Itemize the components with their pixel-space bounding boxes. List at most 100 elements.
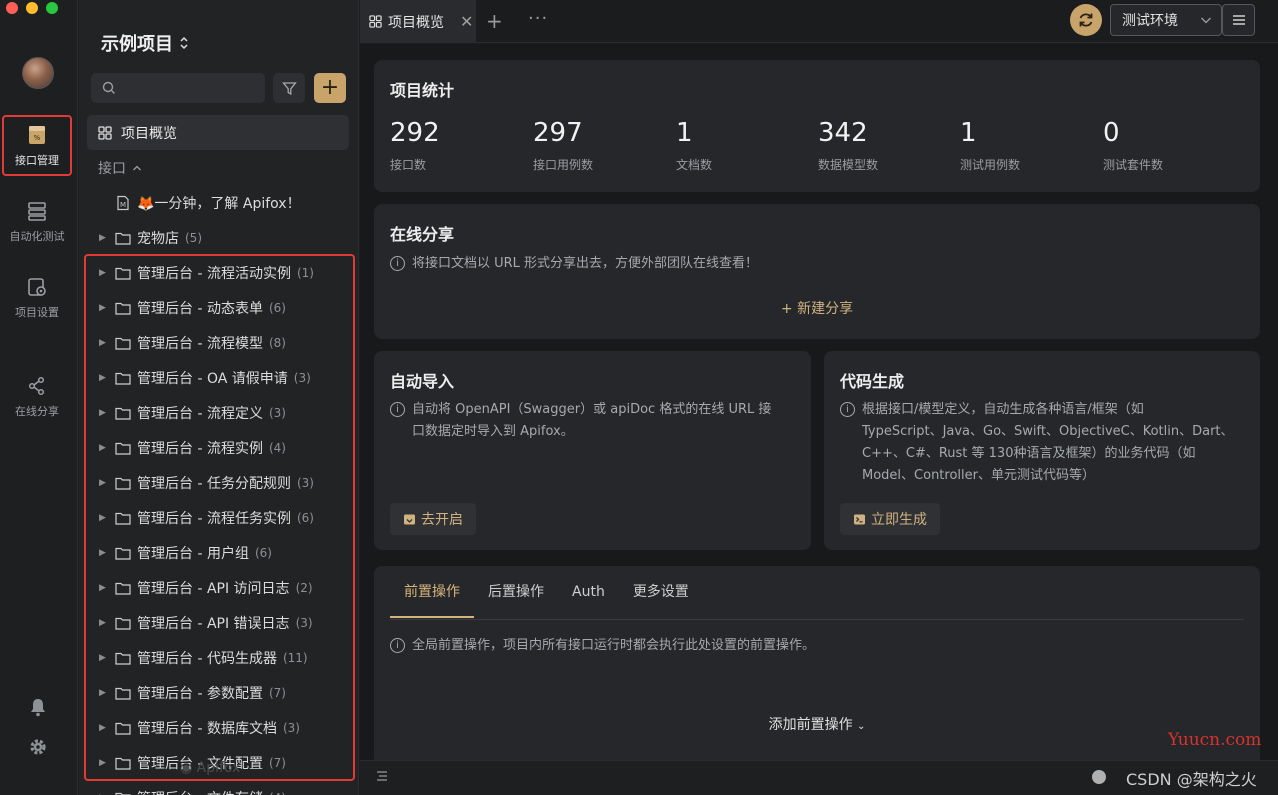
sidebar-folder[interactable]: ▶ 管理后台 - OA 请假申请 (3) xyxy=(79,360,358,395)
outline-icon[interactable] xyxy=(376,770,388,782)
folder-icon xyxy=(115,652,131,665)
filter-button[interactable] xyxy=(273,73,305,103)
rail-item-automated-test[interactable]: 自动化测试 xyxy=(4,193,70,251)
tab-project-overview[interactable]: 项目概览 ✕ xyxy=(360,0,476,43)
auto-import-desc-line: 口数据定时导入到 Apifox。 xyxy=(412,424,574,439)
caret-right-icon[interactable]: ▶ xyxy=(99,513,107,523)
codegen-desc-line: 根据接口/模型定义，自动生成各种语言/框架（如 xyxy=(862,402,1144,417)
caret-right-icon[interactable]: ▶ xyxy=(99,303,107,313)
caret-right-icon[interactable]: ▶ xyxy=(99,408,107,418)
generate-code-button[interactable]: 立即生成 xyxy=(840,503,940,535)
share-desc-text: 将接口文档以 URL 形式分享出去，方便外部团队在线查看！ xyxy=(412,256,759,271)
caret-right-icon[interactable]: ▶ xyxy=(99,583,107,593)
caret-right-icon[interactable]: ▶ xyxy=(99,443,107,453)
new-tab-button[interactable]: + xyxy=(486,9,503,33)
bell-icon[interactable] xyxy=(28,697,48,717)
sidebar-folder[interactable]: ▶ 管理后台 - 流程模型 (8) xyxy=(79,325,358,360)
more-tabs-button[interactable]: ··· xyxy=(528,8,548,29)
minimize-window-icon[interactable] xyxy=(26,2,38,14)
sidebar-folder[interactable]: ▶ 管理后台 - 任务分配规则 (3) xyxy=(79,465,358,500)
caret-right-icon[interactable]: ▶ xyxy=(99,688,107,698)
caret-right-icon[interactable]: ▶ xyxy=(99,653,107,663)
svg-text:M: M xyxy=(120,201,126,209)
codegen-desc: i 根据接口/模型定义，自动生成各种语言/框架（如 TypeScript、Jav… xyxy=(840,399,1234,487)
grid-icon xyxy=(98,125,112,140)
environment-menu-button[interactable] xyxy=(1222,4,1255,36)
caret-right-icon[interactable]: ▶ xyxy=(99,723,107,733)
sidebar-folder[interactable]: ▶管理后台 - 文件存储(4) xyxy=(79,780,358,795)
auto-import-desc: i 自动将 OpenAPI（Swagger）或 apiDoc 格式的在线 URL… xyxy=(390,399,771,443)
codegen-card: 代码生成 i 根据接口/模型定义，自动生成各种语言/框架（如 TypeScrip… xyxy=(824,351,1260,550)
rail-item-share[interactable]: 在线分享 xyxy=(4,368,70,426)
caret-right-icon[interactable]: ▶ xyxy=(99,758,107,768)
doc-item[interactable]: M 🦊一分钟，了解 Apifox！ xyxy=(115,185,358,220)
folder-label: 管理后台 - 流程活动实例 xyxy=(137,265,291,282)
sync-button[interactable] xyxy=(1070,4,1102,36)
tab-bar: 项目概览 ✕ + ··· 测试环境 xyxy=(360,0,1278,43)
folder-count: (6) xyxy=(296,510,314,525)
avatar[interactable] xyxy=(22,57,54,89)
folder-label: 管理后台 - OA 请假申请 xyxy=(137,370,288,387)
enable-import-button[interactable]: 去开启 xyxy=(390,503,476,535)
close-tab-icon[interactable]: ✕ xyxy=(460,12,473,31)
new-share-button[interactable]: + 新建分享 xyxy=(374,298,1260,318)
maximize-window-icon[interactable] xyxy=(46,2,58,14)
project-switcher[interactable]: 示例项目 xyxy=(101,30,189,56)
folder-icon xyxy=(115,582,131,595)
caret-right-icon[interactable]: ▶ xyxy=(99,268,107,278)
sidebar-folder[interactable]: ▶ 管理后台 - 代码生成器 (11) xyxy=(79,640,358,675)
stat-label: 接口用例数 xyxy=(533,158,594,172)
caret-right-icon[interactable]: ▶ xyxy=(99,478,107,488)
tab-post-processors[interactable]: 后置操作 xyxy=(474,584,558,618)
stat-model-count: 342 数据模型数 xyxy=(818,118,878,173)
caret-right-icon[interactable]: ▶ xyxy=(99,373,107,383)
sidebar-folder[interactable]: ▶ 管理后台 - API 访问日志 (2) xyxy=(79,570,358,605)
sidebar-folder[interactable]: ▶ 管理后台 - 用户组 (6) xyxy=(79,535,358,570)
environment-select[interactable]: 测试环境 xyxy=(1110,4,1222,36)
chevron-down-icon: ⌄ xyxy=(857,721,866,732)
folder-label: 管理后台 - 数据库文档 xyxy=(137,720,277,737)
sidebar-folder[interactable]: ▶ 宠物店 (5) xyxy=(79,220,358,255)
info-icon: i xyxy=(390,402,405,417)
stat-label: 测试套件数 xyxy=(1103,158,1164,172)
sidebar-item-overview[interactable]: 项目概览 xyxy=(87,115,349,150)
tab-pre-processors[interactable]: 前置操作 xyxy=(390,584,474,618)
rail-item-project-settings[interactable]: 项目设置 xyxy=(4,269,70,327)
folder-icon xyxy=(115,617,131,630)
folder-count: (6) xyxy=(254,545,272,560)
gear-icon[interactable] xyxy=(28,737,48,757)
folder-icon xyxy=(115,267,131,280)
tab-auth[interactable]: Auth xyxy=(558,584,619,618)
sidebar-folder[interactable]: ▶ 管理后台 - API 错误日志 (3) xyxy=(79,605,358,640)
auto-import-desc-line: 自动将 OpenAPI（Swagger）或 apiDoc 格式的在线 URL 接 xyxy=(412,402,772,417)
sidebar-folder[interactable]: ▶ 管理后台 - 数据库文档 (3) xyxy=(79,710,358,745)
sidebar-folder[interactable]: ▶ 管理后台 - 动态表单 (6) xyxy=(79,290,358,325)
sidebar-folder[interactable]: ▶ 管理后台 - 参数配置 (7) xyxy=(79,675,358,710)
codegen-desc-line: TypeScript、Java、Go、Swift、ObjectiveC、Kotl… xyxy=(862,424,1234,439)
sidebar-folder[interactable]: ▶ 管理后台 - 流程实例 (4) xyxy=(79,430,358,465)
sidebar-folder[interactable]: ▶ 管理后台 - 流程定义 (3) xyxy=(79,395,358,430)
auto-import-title: 自动导入 xyxy=(390,372,455,391)
stat-testcase-count: 1 测试用例数 xyxy=(960,118,1020,173)
search-input[interactable] xyxy=(91,73,265,103)
tab-more-settings[interactable]: 更多设置 xyxy=(619,584,703,618)
caret-right-icon[interactable]: ▶ xyxy=(99,618,107,628)
refresh-icon xyxy=(1079,13,1093,27)
sidebar-folder[interactable]: ▶ 管理后台 - 流程活动实例 (1) xyxy=(79,255,358,290)
folder-count: (2) xyxy=(295,580,313,595)
folder-label: 管理后台 - 动态表单 xyxy=(137,300,263,317)
caret-right-icon[interactable]: ▶ xyxy=(99,548,107,558)
settings-desc: i 全局前置操作，项目内所有接口运行时都会执行此处设置的前置操作。 xyxy=(390,635,815,657)
add-pre-processor-button[interactable]: 添加前置操作 ⌄ xyxy=(374,714,1260,734)
rail-item-api-management[interactable]: % 接口管理 xyxy=(4,117,70,175)
add-button[interactable]: + xyxy=(314,73,346,103)
api-group-toggle[interactable]: 接口 xyxy=(98,158,142,178)
caret-right-icon[interactable]: ▶ xyxy=(99,233,107,243)
sidebar-folder[interactable]: ▶ 管理后台 - 流程任务实例 (6) xyxy=(79,500,358,535)
settings-card: 前置操作 后置操作 Auth 更多设置 i 全局前置操作，项目内所有接口运行时都… xyxy=(374,566,1260,766)
stat-value: 297 xyxy=(533,118,583,148)
close-window-icon[interactable] xyxy=(6,2,18,14)
caret-right-icon[interactable]: ▶ xyxy=(99,338,107,348)
environment-label: 测试环境 xyxy=(1122,13,1178,29)
cookie-icon[interactable] xyxy=(1092,770,1106,784)
